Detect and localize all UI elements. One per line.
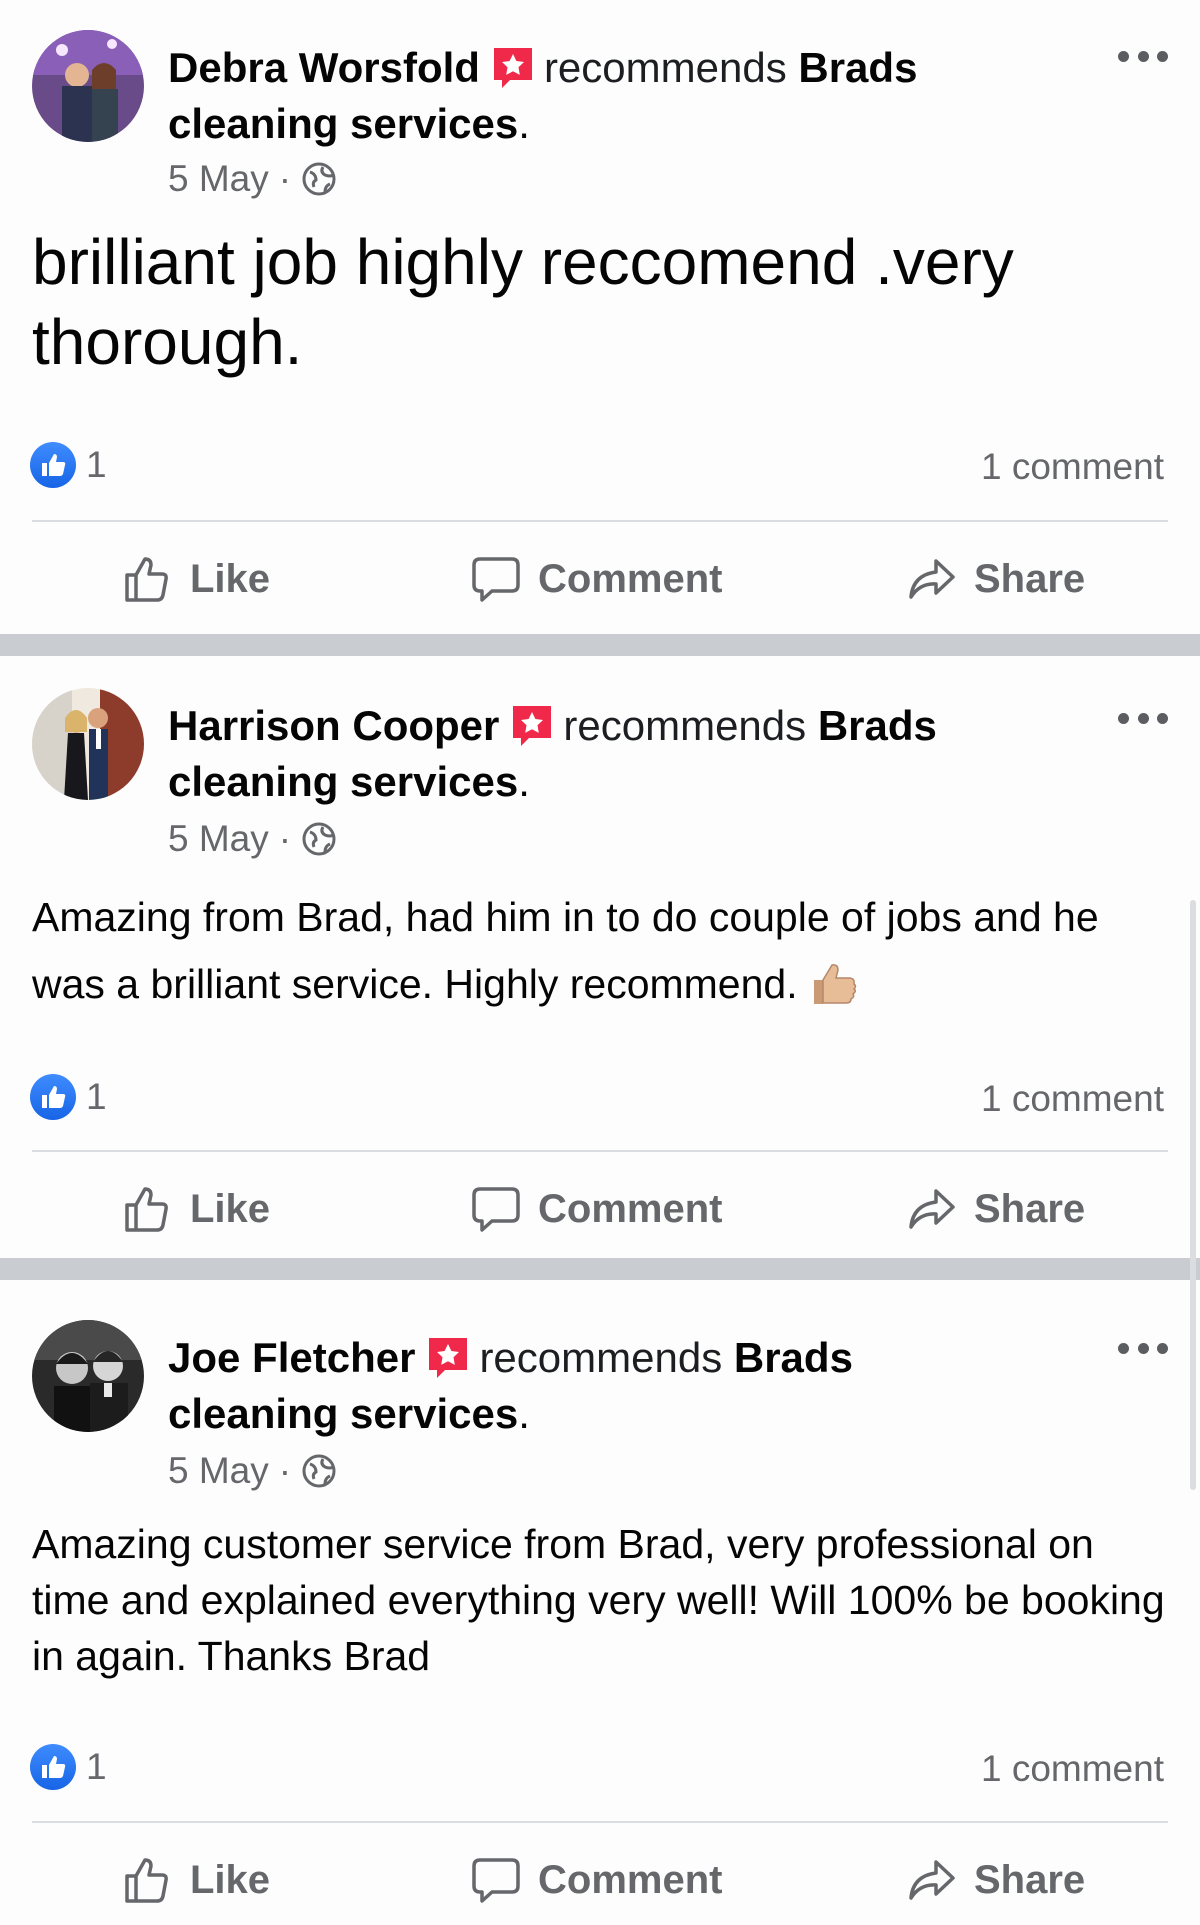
share-button[interactable]: Share: [906, 1835, 1085, 1925]
author-avatar[interactable]: [32, 30, 144, 142]
reaction-summary[interactable]: 1: [30, 1074, 107, 1120]
like-label: Like: [190, 1857, 271, 1902]
comment-button[interactable]: Comment: [470, 1835, 722, 1925]
comment-button[interactable]: Comment: [470, 1164, 722, 1254]
post-body-text: Amazing from Brad, had him in to do coup…: [32, 894, 1099, 1007]
globe-icon: [301, 821, 337, 857]
divider: [32, 1150, 1168, 1152]
post-header: Joe Fletcher recommends Brads cleaning se…: [168, 1330, 1008, 1442]
share-label: Share: [974, 1186, 1086, 1231]
meta-separator: ·: [278, 158, 292, 199]
page-suffix: .: [518, 100, 530, 147]
post-date[interactable]: 5 May: [168, 158, 269, 200]
post-meta: 5 May ·: [168, 818, 337, 860]
scrollbar[interactable]: [1190, 900, 1196, 1490]
comment-count[interactable]: 1 comment: [981, 1078, 1164, 1120]
comment-icon: [470, 553, 522, 605]
meta-separator: ·: [278, 1450, 292, 1491]
meta-separator: ·: [278, 818, 292, 859]
comment-count[interactable]: 1 comment: [981, 1748, 1164, 1790]
comment-label: Comment: [538, 1857, 723, 1902]
like-icon: [122, 1183, 174, 1235]
post-actions: Like Comment Share: [0, 1835, 1200, 1925]
like-reaction-icon: [30, 442, 76, 488]
comment-icon: [470, 1854, 522, 1906]
post-card: Harrison Cooper recommends Brads cleaning…: [0, 656, 1200, 1258]
author-name[interactable]: Joe Fletcher: [168, 1334, 415, 1381]
like-icon: [122, 1854, 174, 1906]
like-button[interactable]: Like: [122, 1835, 270, 1925]
globe-icon: [301, 1453, 337, 1489]
share-label: Share: [974, 1857, 1086, 1902]
post-date[interactable]: 5 May: [168, 1450, 269, 1492]
post-separator: [0, 634, 1200, 656]
post-header: Debra Worsfold recommends Brads cleaning …: [168, 40, 1008, 152]
like-count: 1: [86, 1746, 107, 1787]
more-options-icon[interactable]: [1118, 708, 1168, 728]
like-reaction-icon: [30, 1074, 76, 1120]
divider: [32, 520, 1168, 522]
recommends-text: recommends: [563, 702, 807, 749]
post-body: Amazing customer service from Brad, very…: [32, 1521, 1165, 1679]
comment-button[interactable]: Comment: [470, 534, 722, 624]
post-separator: [0, 1258, 1200, 1280]
author-name[interactable]: Harrison Cooper: [168, 702, 499, 749]
more-options-icon[interactable]: [1118, 46, 1168, 66]
post-meta: 5 May ·: [168, 158, 337, 200]
comment-label: Comment: [538, 1186, 723, 1231]
page-suffix: .: [518, 1390, 530, 1437]
share-icon: [906, 553, 958, 605]
post-body: brilliant job highly reccomend .very tho…: [32, 226, 1014, 378]
share-icon: [906, 1183, 958, 1235]
recommend-star-icon: [425, 1334, 471, 1380]
like-count: 1: [86, 1076, 107, 1117]
share-button[interactable]: Share: [906, 1164, 1085, 1254]
recommend-star-icon: [509, 702, 555, 748]
post-date[interactable]: 5 May: [168, 818, 269, 860]
like-label: Like: [190, 556, 271, 601]
recommend-star-icon: [490, 44, 536, 90]
reaction-summary[interactable]: 1: [30, 1744, 107, 1790]
like-count: 1: [86, 444, 107, 485]
author-name[interactable]: Debra Worsfold: [168, 44, 480, 91]
reaction-summary[interactable]: 1: [30, 442, 107, 488]
like-label: Like: [190, 1186, 271, 1231]
more-options-icon[interactable]: [1118, 1338, 1168, 1358]
recommends-text: recommends: [543, 44, 787, 91]
thumbs-up-emoji-icon: [808, 958, 860, 1010]
post-body: Amazing from Brad, had him in to do coup…: [32, 884, 1172, 1018]
post-card: Debra Worsfold recommends Brads cleaning …: [0, 0, 1200, 634]
share-button[interactable]: Share: [906, 534, 1085, 624]
share-icon: [906, 1854, 958, 1906]
post-actions: Like Comment Share: [0, 534, 1200, 624]
post-card: Joe Fletcher recommends Brads cleaning se…: [0, 1280, 1200, 1925]
recommends-text: recommends: [479, 1334, 723, 1381]
author-avatar[interactable]: [32, 1320, 144, 1432]
page-suffix: .: [518, 758, 530, 805]
author-avatar[interactable]: [32, 688, 144, 800]
post-header: Harrison Cooper recommends Brads cleaning…: [168, 698, 1008, 810]
like-button[interactable]: Like: [122, 1164, 270, 1254]
share-label: Share: [974, 556, 1086, 601]
comment-label: Comment: [538, 556, 723, 601]
post-actions: Like Comment Share: [0, 1164, 1200, 1254]
comment-icon: [470, 1183, 522, 1235]
like-button[interactable]: Like: [122, 534, 270, 624]
like-icon: [122, 553, 174, 605]
like-reaction-icon: [30, 1744, 76, 1790]
globe-icon: [301, 161, 337, 197]
post-meta: 5 May ·: [168, 1450, 337, 1492]
comment-count[interactable]: 1 comment: [981, 446, 1164, 488]
divider: [32, 1821, 1168, 1823]
